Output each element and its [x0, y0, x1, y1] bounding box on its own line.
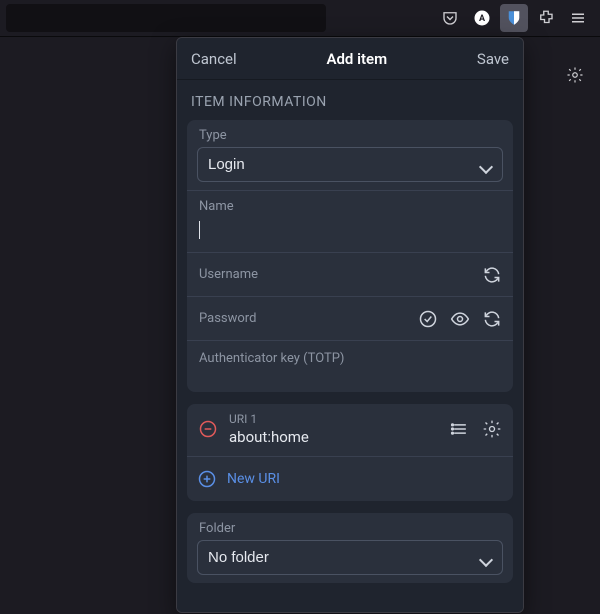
name-input[interactable] [187, 216, 513, 252]
section-heading: ITEM INFORMATION [187, 80, 513, 120]
regenerate-username-icon[interactable] [481, 264, 503, 286]
totp-label[interactable]: Authenticator key (TOTP) [187, 341, 513, 392]
uri-value: about:home [227, 428, 441, 446]
bitwarden-icon[interactable] [500, 4, 528, 32]
text-caret [199, 221, 200, 239]
popup-header: Cancel Add item Save [177, 38, 523, 80]
extension-icon[interactable] [532, 4, 560, 32]
uri-field[interactable]: URI 1 about:home [227, 412, 441, 446]
save-button[interactable]: Save [477, 50, 509, 68]
folder-label: Folder [187, 513, 513, 538]
pocket-icon[interactable] [436, 4, 464, 32]
hamburger-menu-icon[interactable] [564, 4, 592, 32]
regenerate-password-icon[interactable] [481, 308, 503, 330]
svg-text:A: A [479, 14, 486, 24]
name-label: Name [187, 191, 513, 216]
remove-uri-icon[interactable] [197, 418, 219, 440]
check-password-icon[interactable] [417, 308, 439, 330]
match-detection-icon[interactable] [449, 418, 471, 440]
uri-label: URI 1 [227, 412, 441, 426]
add-item-popup: Cancel Add item Save ITEM INFORMATION Ty… [176, 37, 524, 613]
username-label[interactable]: Username [199, 267, 501, 282]
type-label: Type [187, 120, 513, 145]
new-uri-button[interactable]: New URI [187, 457, 513, 501]
uri-options-icon[interactable] [481, 418, 503, 440]
autoplay-badge-icon[interactable]: A [468, 4, 496, 32]
cancel-button[interactable]: Cancel [191, 50, 237, 68]
type-select[interactable]: Login [197, 147, 503, 182]
new-uri-label: New URI [227, 471, 280, 487]
toggle-visibility-icon[interactable] [449, 308, 471, 330]
folder-select[interactable]: No folder [197, 540, 503, 575]
page-settings-icon[interactable] [562, 62, 588, 88]
url-bar[interactable] [6, 4, 326, 32]
add-circle-icon [197, 469, 217, 489]
popup-title: Add item [237, 50, 477, 68]
